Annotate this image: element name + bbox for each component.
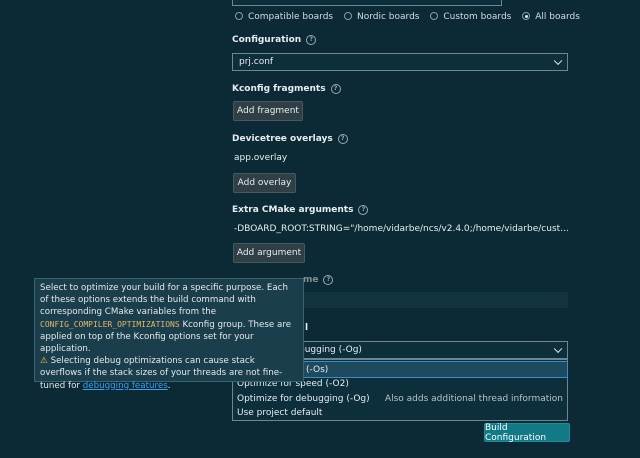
configuration-label: Configuration? [232, 35, 317, 45]
option-label: Optimize for debugging (-Og) [237, 393, 370, 404]
cmake-argument-item: -DBOARD_ROOT:STRING="/home/vidarbe/ncs/v… [234, 224, 568, 234]
add-overlay-button[interactable]: Add overlay [233, 173, 296, 193]
devicetree-label: Devicetree overlays? [232, 134, 348, 144]
help-icon[interactable]: ? [358, 205, 369, 215]
configuration-value: prj.conf [239, 57, 274, 67]
devicetree-label-text: Devicetree overlays [232, 134, 333, 144]
chevron-down-icon [553, 344, 563, 354]
overlay-item: app.overlay [234, 153, 288, 163]
radio-label: Nordic boards [356, 12, 420, 22]
radio-icon [430, 12, 439, 20]
build-directory-input[interactable] [300, 292, 568, 308]
tooltip-end: . [167, 380, 171, 391]
optimization-tooltip: Select to optimize your build for a spec… [34, 278, 304, 391]
configuration-label-text: Configuration [232, 35, 302, 45]
help-icon[interactable]: ? [330, 84, 341, 94]
radio-label: Compatible boards [248, 12, 334, 22]
option-label: (-Os) [306, 364, 329, 375]
optimization-label: l [305, 323, 309, 333]
tooltip-text: Select to optimize your build for a spec… [40, 283, 288, 318]
option-optimize-debugging[interactable]: Optimize for debugging (-Og) Also adds a… [233, 391, 567, 406]
build-directory-label-text: me [303, 275, 319, 285]
radio-compatible-boards[interactable]: Compatible boards [235, 12, 341, 22]
radio-nordic-boards[interactable]: Nordic boards [343, 12, 427, 22]
option-project-default[interactable]: Use project default [233, 405, 567, 420]
configuration-select[interactable]: prj.conf [232, 53, 568, 71]
radio-custom-boards[interactable]: Custom boards [430, 12, 519, 22]
help-icon[interactable]: ? [323, 275, 334, 285]
cmake-label-text: Extra CMake arguments [232, 205, 354, 215]
kconfig-label: Kconfig fragments? [232, 84, 341, 94]
warning-icon: ⚠ [40, 356, 48, 367]
tooltip-code: CONFIG_COMPILER_OPTIMIZATIONS [40, 319, 180, 329]
build-configuration-button[interactable]: Build Configuration [484, 423, 570, 443]
option-description: Also adds additional thread information [384, 393, 563, 404]
board-search-input[interactable] [232, 0, 502, 6]
debugging-features-link[interactable]: debugging features [83, 381, 168, 391]
kconfig-label-text: Kconfig fragments [232, 84, 326, 94]
radio-all-boards[interactable]: All boards [522, 12, 588, 22]
chevron-down-icon [553, 56, 563, 66]
radio-icon [343, 12, 352, 20]
radio-label: Custom boards [443, 12, 512, 22]
add-argument-button[interactable]: Add argument [233, 243, 305, 263]
optimization-value: bugging (-Og) [299, 345, 362, 355]
cmake-label: Extra CMake arguments? [232, 205, 369, 215]
help-icon[interactable]: ? [306, 35, 317, 45]
radio-selected-icon [522, 12, 531, 20]
radio-label: All boards [535, 12, 580, 22]
board-filter-group: Compatible boards Nordic boards Custom b… [235, 12, 588, 24]
radio-icon [235, 12, 243, 20]
option-label: Use project default [237, 407, 323, 418]
help-icon[interactable]: ? [337, 134, 348, 144]
build-directory-label: me? [303, 275, 334, 285]
add-fragment-button[interactable]: Add fragment [233, 101, 303, 121]
